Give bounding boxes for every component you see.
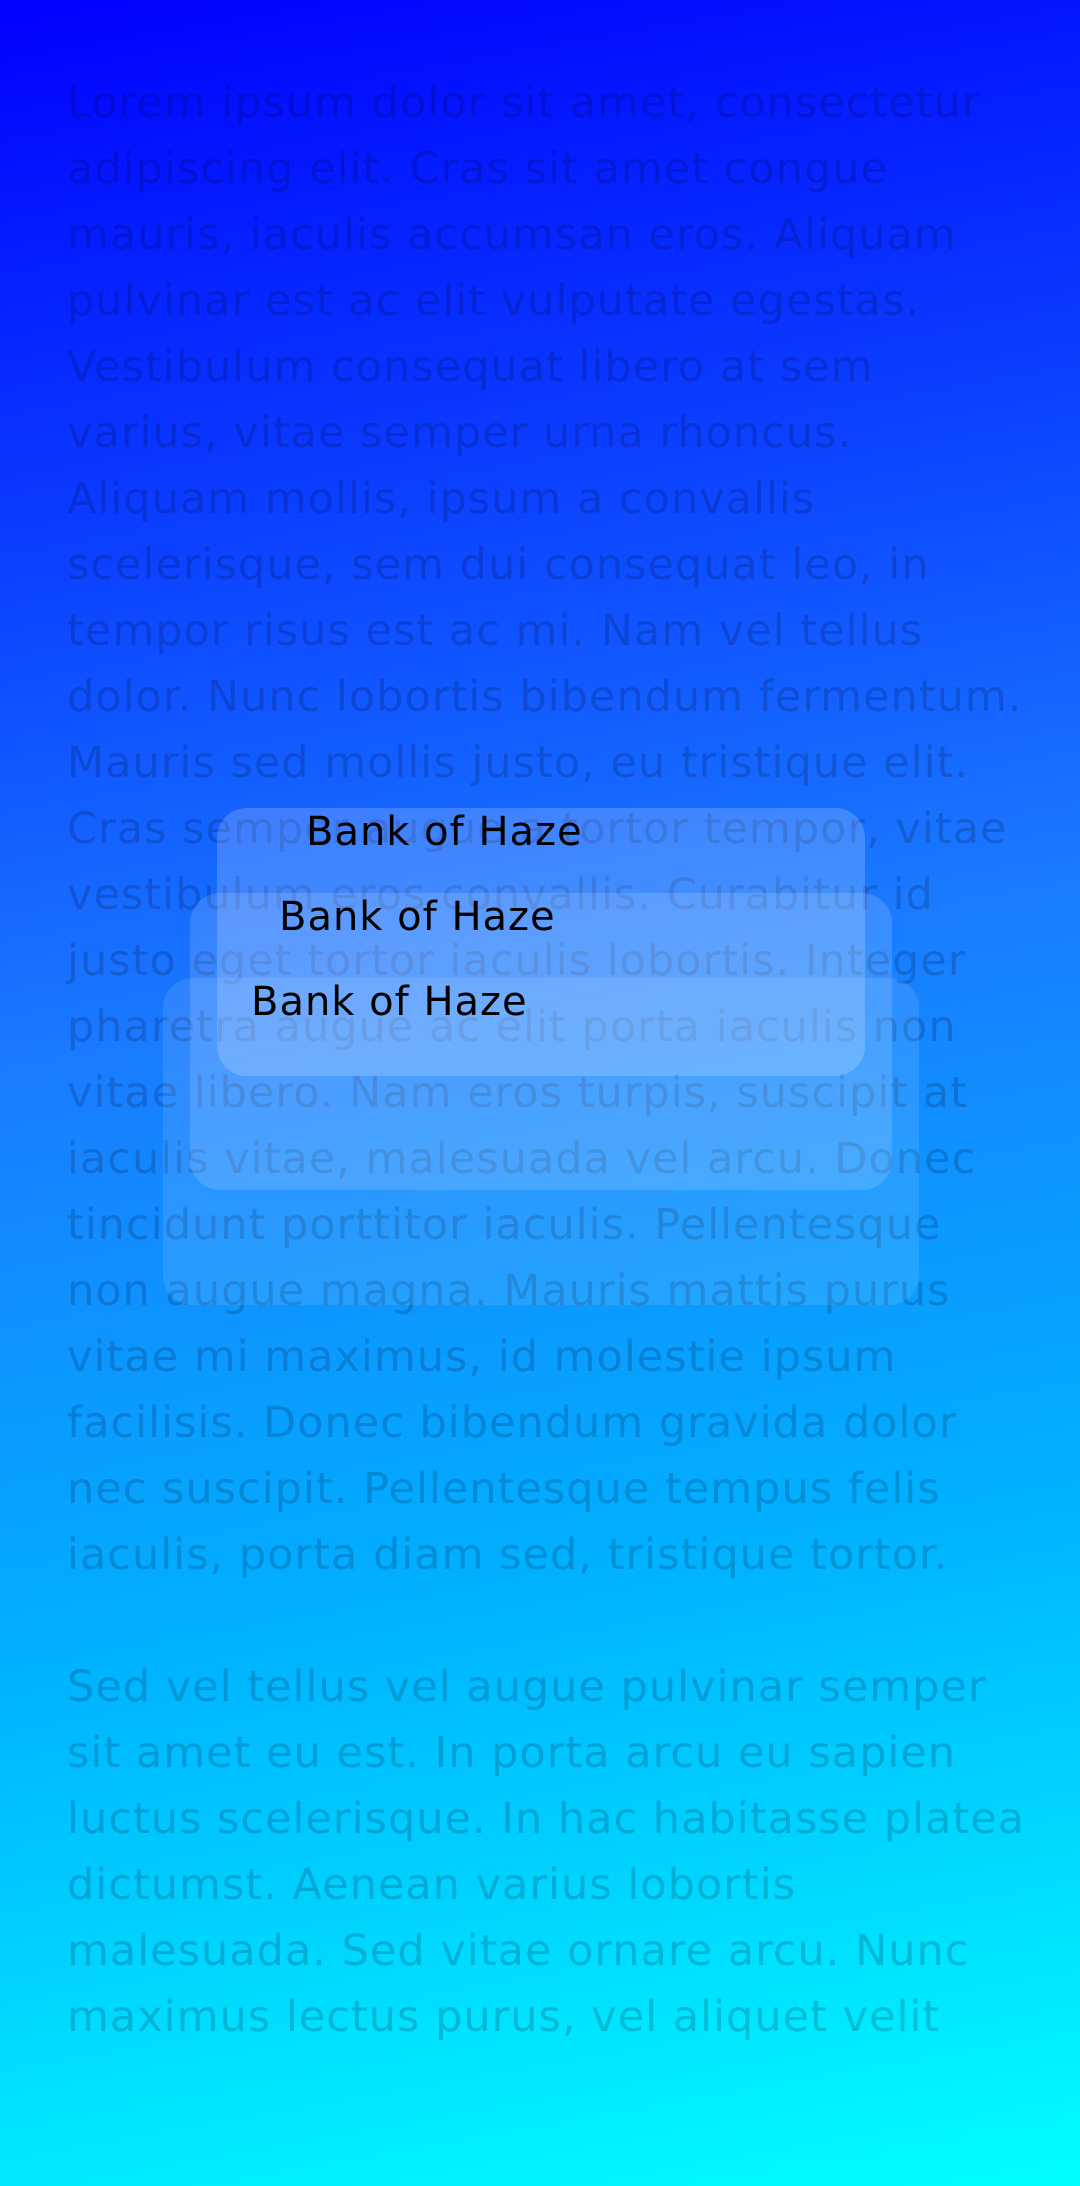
card-title: Bank of Haze	[251, 979, 528, 1025]
card-title: Bank of Haze	[279, 894, 556, 940]
card-stack: Bank of Haze Bank of Haze Bank of Haze	[0, 0, 1080, 2186]
card-title: Bank of Haze	[306, 809, 583, 855]
